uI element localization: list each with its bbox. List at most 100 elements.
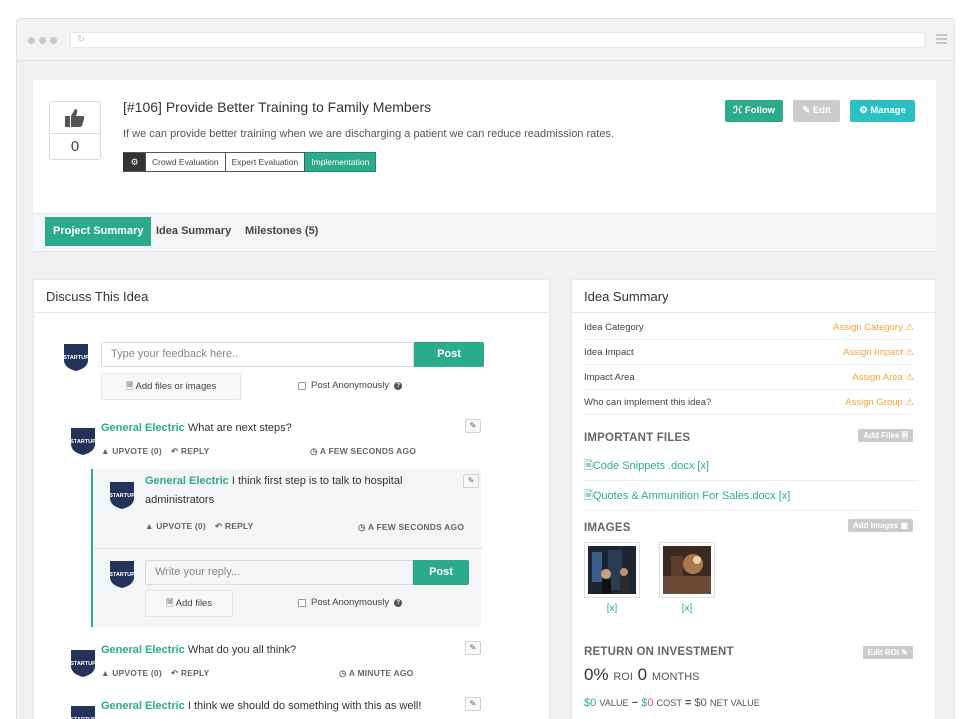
file-link[interactable]: 🗎Code Snippets .docx [x]: [584, 451, 918, 481]
idea-description: If we can provide better training when w…: [123, 128, 614, 140]
comment-body: What do you all think?: [187, 644, 297, 656]
manage-button[interactable]: ⚙ Manage: [850, 100, 915, 122]
cost-label: COST: [656, 698, 682, 708]
row-label: Idea Impact: [584, 347, 634, 358]
comment-author[interactable]: General Electric: [101, 422, 185, 434]
svg-text:STARTUP: STARTUP: [109, 572, 135, 578]
avatar: STARTUP: [69, 426, 97, 456]
upvote-link[interactable]: ▲ UPVOTE (0): [101, 668, 162, 678]
reply-post-button[interactable]: Post: [413, 560, 469, 585]
post-button[interactable]: Post: [414, 342, 484, 367]
add-images-button[interactable]: Add Images ▣: [847, 519, 913, 532]
assign-impact-link[interactable]: Assign Impact ⚠: [843, 341, 914, 365]
summary-row-group: Who can implement this idea? Assign Group…: [584, 391, 914, 415]
stage-tracker: ⚙ Crowd Evaluation Expert Evaluation Imp…: [123, 152, 377, 172]
idea-summary-panel: Idea Summary Idea Category Assign Categor…: [571, 279, 936, 719]
tab-project-summary[interactable]: Project Summary: [45, 217, 152, 246]
assign-group-link[interactable]: Assign Group ⚠: [845, 391, 914, 415]
roi-summary: 0% ROI 0 MONTHS: [584, 665, 699, 685]
net-label: NET VALUE: [709, 698, 760, 708]
edit-comment-icon[interactable]: ✎: [465, 641, 481, 655]
important-files-heading: IMPORTANT FILES: [584, 432, 691, 444]
svg-text:STARTUP: STARTUP: [70, 661, 96, 667]
follow-button[interactable]: ℋ Follow: [725, 100, 783, 122]
reply-post-anonymously[interactable]: Post Anonymously?: [298, 597, 403, 608]
feedback-input[interactable]: Type your feedback here..: [101, 342, 414, 367]
edit-button[interactable]: ✎ Edit: [793, 100, 840, 122]
anonymous-checkbox[interactable]: [298, 598, 306, 607]
address-bar[interactable]: ↻: [70, 32, 925, 48]
svg-text:STARTUP: STARTUP: [109, 493, 135, 499]
menu-icon[interactable]: [936, 34, 947, 46]
divider: [93, 548, 483, 549]
file-icon: 🗎: [125, 381, 134, 392]
thumbs-up-icon[interactable]: [50, 102, 100, 134]
remove-image-link[interactable]: [x]: [659, 603, 715, 614]
gear-icon[interactable]: ⚙: [123, 152, 146, 172]
edit-comment-icon[interactable]: ✎: [463, 474, 479, 488]
value-label: VALUE: [599, 698, 629, 708]
reload-icon[interactable]: ↻: [77, 34, 85, 45]
assign-area-link[interactable]: Assign Area ⚠: [852, 366, 914, 390]
reply-add-files-button[interactable]: 🗎 Add files: [145, 590, 233, 617]
timestamp: ◷ A FEW SECONDS AGO: [358, 522, 465, 532]
comment-author[interactable]: General Electric: [145, 475, 229, 487]
edit-comment-icon[interactable]: ✎: [465, 419, 481, 433]
comment-author[interactable]: General Electric: [101, 644, 185, 656]
timestamp: ◷ A FEW SECONDS AGO: [310, 446, 417, 456]
remove-image-link[interactable]: [x]: [584, 603, 640, 614]
images-heading: IMAGES: [584, 522, 631, 534]
edit-roi-button[interactable]: Edit ROI ✎: [862, 646, 913, 659]
stage-implementation[interactable]: Implementation: [305, 152, 377, 172]
anonymous-checkbox[interactable]: [298, 381, 306, 390]
add-files-button[interactable]: 🗎 Add files or images: [101, 373, 241, 400]
svg-text:STARTUP: STARTUP: [70, 439, 96, 445]
row-label: Impact Area: [584, 372, 635, 383]
stage-crowd-evaluation[interactable]: Crowd Evaluation: [146, 152, 226, 172]
manage-label: Manage: [870, 105, 906, 116]
stage-expert-evaluation[interactable]: Expert Evaluation: [225, 152, 306, 172]
post-anonymously[interactable]: Post Anonymously?: [298, 380, 403, 391]
avatar: STARTUP: [108, 480, 136, 510]
avatar: STARTUP: [108, 559, 136, 589]
upvote-link[interactable]: ▲ UPVOTE (0): [145, 521, 206, 531]
avatar: STARTUP: [69, 704, 97, 719]
anonymous-label: Post Anonymously: [311, 380, 390, 391]
window-controls[interactable]: [28, 37, 57, 44]
svg-text:STARTUP: STARTUP: [63, 355, 89, 361]
upvote-link[interactable]: ▲ UPVOTE (0): [101, 446, 162, 456]
roi-label: ROI: [613, 671, 633, 683]
follow-label: Follow: [744, 105, 776, 116]
reply-link[interactable]: ↶ REPLY: [171, 668, 209, 679]
image-thumbnail[interactable]: [659, 542, 715, 598]
help-icon[interactable]: ?: [394, 598, 403, 607]
help-icon[interactable]: ?: [394, 381, 403, 390]
add-files-button[interactable]: Add Files 🗎: [858, 429, 913, 442]
roi-breakdown: $0 VALUE − $0 COST = $0 NET VALUE: [584, 697, 760, 709]
reply-link[interactable]: ↶ REPLY: [215, 521, 253, 532]
add-files-label: Add files: [175, 598, 213, 609]
avatar: STARTUP: [62, 342, 90, 372]
row-label: Idea Category: [584, 322, 644, 333]
vote-box[interactable]: 0: [49, 101, 101, 160]
roi-months: 0: [637, 665, 648, 684]
edit-comment-icon[interactable]: ✎: [465, 697, 481, 711]
row-label: Who can implement this idea?: [584, 397, 712, 408]
reply-link[interactable]: ↶ REPLY: [171, 446, 209, 457]
reply-input[interactable]: Write your reply...: [145, 560, 413, 585]
browser-chrome: ↻: [17, 19, 954, 61]
pencil-icon: ✎: [802, 105, 811, 116]
comment-body: What are next steps?: [187, 422, 292, 434]
tab-bar: Project Summary Idea Summary Milestones …: [33, 214, 936, 252]
file-link[interactable]: 🗎Quotes & Ammunition For Sales.docx [x]: [584, 481, 918, 511]
comment-author[interactable]: General Electric: [101, 700, 185, 712]
tab-idea-summary[interactable]: Idea Summary: [148, 217, 239, 246]
discuss-title: Discuss This Idea: [34, 280, 549, 313]
summary-row-impact: Idea Impact Assign Impact ⚠: [584, 341, 914, 365]
roi-heading: RETURN ON INVESTMENT: [584, 646, 734, 658]
comment: General Electric What do you all think?: [101, 641, 296, 660]
assign-category-link[interactable]: Assign Category ⚠: [833, 316, 914, 340]
image-thumbnail[interactable]: [584, 542, 640, 598]
timestamp: ◷ A MINUTE AGO: [339, 668, 414, 678]
tab-milestones[interactable]: Milestones (5): [237, 217, 326, 246]
